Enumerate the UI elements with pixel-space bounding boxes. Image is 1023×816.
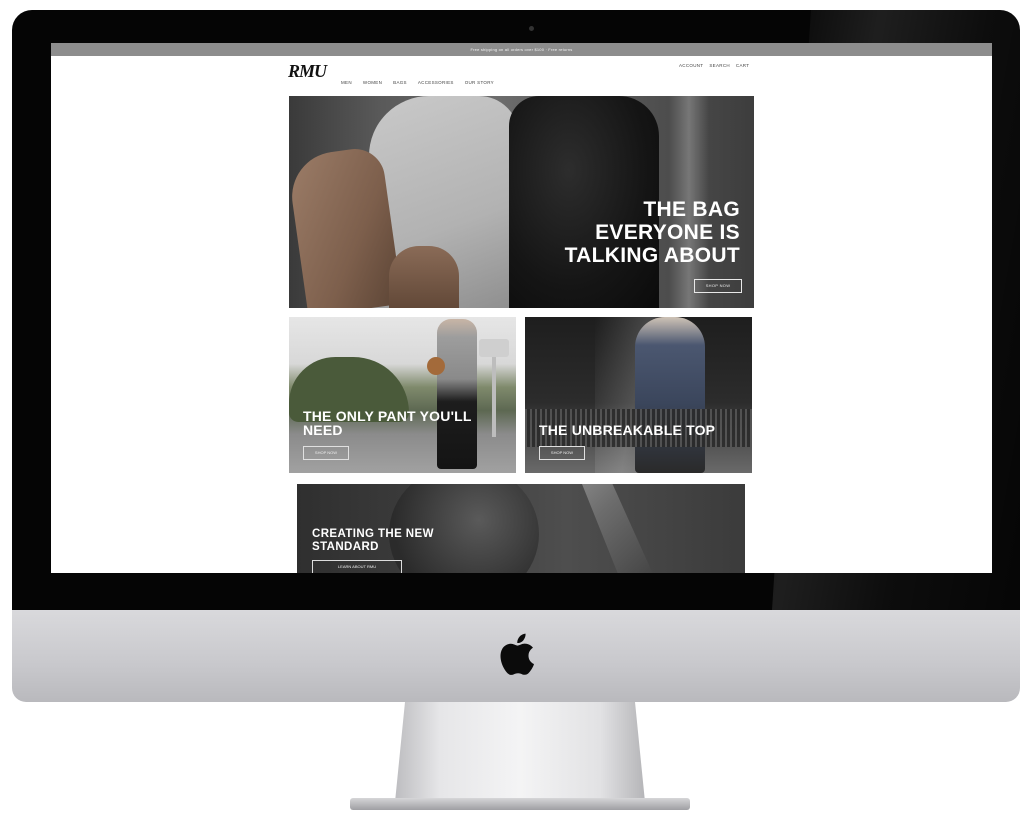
account-link[interactable]: Account xyxy=(679,63,703,68)
cart-link[interactable]: Cart xyxy=(736,63,749,68)
tile-title: THE UNBREAKABLE TOP xyxy=(539,423,715,437)
hero-banner[interactable]: THE BAG EVERYONE IS TALKING ABOUT SHOP N… xyxy=(289,96,754,308)
tile-title: THE ONLY PANT YOU'LL NEED xyxy=(303,409,472,437)
utility-nav: Account Search Cart xyxy=(679,63,749,68)
nav-item-accessories[interactable]: Accessories xyxy=(418,80,454,85)
tile-hoop-pole xyxy=(492,357,496,437)
tile-top[interactable]: THE UNBREAKABLE TOP SHOP NOW xyxy=(525,317,752,473)
promo-text: Free shipping on all orders over $100 · … xyxy=(470,47,573,52)
site-logo[interactable]: RMU xyxy=(288,61,327,82)
hero-model-arm-lower xyxy=(389,246,459,308)
nav-item-bags[interactable]: Bags xyxy=(393,80,407,85)
tile-model xyxy=(635,317,705,473)
camera-icon xyxy=(529,26,534,31)
browser-viewport: Free shipping on all orders over $100 · … xyxy=(51,43,992,573)
banner-title-line: STANDARD xyxy=(312,541,379,553)
tile-basketball-hoop xyxy=(479,339,509,357)
monitor-stand xyxy=(395,702,645,802)
banner-learn-button[interactable]: LEARN ABOUT RMU xyxy=(312,560,402,573)
tile-title-line: NEED xyxy=(303,422,343,438)
tile-shop-button[interactable]: SHOP NOW xyxy=(539,446,585,460)
tile-model xyxy=(437,319,477,469)
basketball-icon xyxy=(427,357,445,375)
nav-item-our-story[interactable]: Our Story xyxy=(465,80,494,85)
tile-title-line: THE ONLY PANT YOU'LL xyxy=(303,408,472,424)
banner-title-line: CREATING THE NEW xyxy=(312,528,434,540)
hero-title-line: TALKING ABOUT xyxy=(564,244,740,267)
hero-title: THE BAG EVERYONE IS TALKING ABOUT xyxy=(520,198,740,267)
hero-shop-button[interactable]: SHOP NOW xyxy=(694,279,742,293)
apple-logo-icon xyxy=(500,633,534,675)
standard-banner[interactable]: CREATING THE NEW STANDARD LEARN ABOUT RM… xyxy=(297,484,745,573)
tile-title-line: THE UNBREAKABLE TOP xyxy=(539,422,716,438)
tile-shop-button[interactable]: SHOP NOW xyxy=(303,446,349,460)
hero-title-line: THE BAG xyxy=(643,198,740,221)
search-link[interactable]: Search xyxy=(709,63,730,68)
main-nav: Men Women Bags Accessories Our Story xyxy=(341,80,494,85)
monitor-stand-base xyxy=(350,798,690,810)
nav-item-men[interactable]: Men xyxy=(341,80,352,85)
banner-highlight xyxy=(578,484,662,573)
hero-title-line: EVERYONE IS xyxy=(595,221,740,244)
banner-title: CREATING THE NEW STANDARD xyxy=(312,528,434,554)
tile-pants[interactable]: THE ONLY PANT YOU'LL NEED SHOP NOW xyxy=(289,317,516,473)
promo-bar: Free shipping on all orders over $100 · … xyxy=(51,43,992,56)
nav-item-women[interactable]: Women xyxy=(363,80,382,85)
